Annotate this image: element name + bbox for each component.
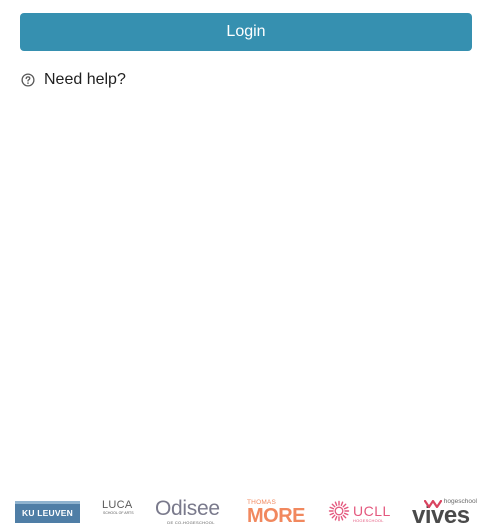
ucll-logo-subtext: HOGESCHOOL [353, 517, 384, 523]
thomas-more-logo: THOMAS MORE [247, 499, 309, 527]
ucll-sun-icon [328, 500, 350, 527]
login-button[interactable]: Login [20, 13, 472, 51]
odisee-logo-text: Odisee [155, 497, 220, 520]
vives-accent-shape [424, 500, 442, 508]
ucll-logo: UCLL HOGESCHOOL [328, 500, 392, 526]
thomas-more-logo-text: MORE [247, 505, 306, 527]
luca-logo-subtext: SCHOOL OF ARTS [103, 511, 134, 515]
vives-logo: hogeschool vives [412, 498, 478, 528]
vives-logo-text: vives [412, 502, 470, 529]
question-circle-icon [21, 73, 35, 87]
login-page: Login Need help? KU LEUVEN LUCA SCHOOL O… [0, 0, 487, 529]
odisee-logo-subtext: DE CO-HOGESCHOOL [167, 520, 215, 525]
partner-logos: KU LEUVEN LUCA SCHOOL OF ARTS Odisee DE … [0, 496, 487, 529]
luca-logo-text: LUCA [102, 499, 133, 511]
odisee-logo: Odisee DE CO-HOGESCHOOL [155, 498, 227, 526]
luca-logo: LUCA SCHOOL OF ARTS [102, 500, 134, 526]
need-help-link[interactable]: Need help? [21, 70, 126, 90]
ku-leuven-logo: KU LEUVEN [15, 501, 80, 523]
need-help-label: Need help? [44, 71, 126, 88]
ucll-logo-text: UCLL [353, 502, 391, 519]
